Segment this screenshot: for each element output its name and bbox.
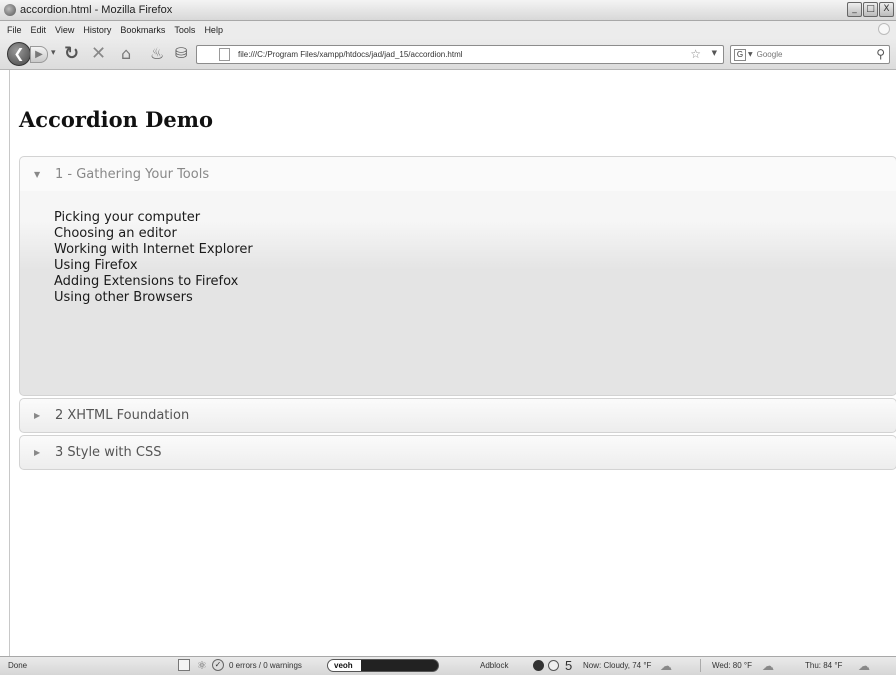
- record-icon[interactable]: [533, 660, 544, 671]
- database-icon[interactable]: ⛁: [175, 44, 188, 62]
- firefox-icon: [4, 4, 16, 16]
- triangle-right-icon: ▶: [34, 411, 41, 420]
- list-item: Using other Browsers: [54, 290, 193, 305]
- search-bar: G ▼ ⚲: [730, 45, 890, 64]
- window-icon[interactable]: [178, 659, 190, 671]
- rain-cloud-icon: ☁: [858, 659, 870, 673]
- weather-thu[interactable]: Thu: 84 °F: [805, 661, 842, 670]
- home-icon[interactable]: ⌂: [121, 44, 131, 63]
- navigation-toolbar: ❮ ▶ ▾ ↻ ✕ ⌂ ♨ ⛁ file:///C:/Program Files…: [0, 38, 896, 70]
- list-item: Choosing an editor: [54, 226, 177, 241]
- weather-now[interactable]: Now: Cloudy, 74 °F: [583, 661, 651, 670]
- menu-file[interactable]: File: [7, 25, 22, 35]
- weather-wed[interactable]: Wed: 80 °F: [712, 661, 752, 670]
- window-title: accordion.html - Mozilla Firefox: [20, 4, 173, 16]
- menu-view[interactable]: View: [55, 25, 74, 35]
- accordion-header-1[interactable]: ▼ 1 - Gathering Your Tools: [19, 156, 896, 191]
- accordion-header-label: 1 - Gathering Your Tools: [55, 166, 210, 182]
- list-item: Working with Internet Explorer: [54, 242, 253, 257]
- reload-icon[interactable]: ↻: [64, 43, 79, 64]
- magnifier-icon[interactable]: ⚲: [876, 47, 885, 61]
- window-titlebar: accordion.html - Mozilla Firefox _ □ X: [0, 0, 896, 21]
- triangle-right-icon: ▶: [34, 448, 41, 457]
- accordion-panel-1: Picking your computer Choosing an editor…: [19, 191, 896, 396]
- page-icon: [219, 48, 230, 61]
- menu-tools[interactable]: Tools: [174, 25, 195, 35]
- adblock-label[interactable]: Adblock: [480, 661, 508, 670]
- menu-history[interactable]: History: [83, 25, 111, 35]
- throbber-icon: [878, 23, 890, 35]
- forward-arrow-icon[interactable]: ▶: [30, 46, 48, 63]
- maximize-button[interactable]: □: [863, 2, 878, 17]
- status-bar: Done ⚛ ✓ 0 errors / 0 warnings veoh Adbl…: [0, 656, 896, 675]
- plug-icon[interactable]: ⚛: [197, 659, 207, 672]
- page-viewport: Accordion Demo ▼ 1 - Gathering Your Tool…: [9, 70, 896, 656]
- accordion: ▼ 1 - Gathering Your Tools Picking your …: [19, 156, 896, 470]
- menu-bookmarks[interactable]: Bookmarks: [120, 25, 165, 35]
- close-button[interactable]: X: [879, 2, 894, 17]
- history-dropdown-icon[interactable]: ▾: [51, 48, 56, 58]
- menu-edit[interactable]: Edit: [31, 25, 47, 35]
- triangle-down-icon: ▼: [34, 169, 41, 179]
- minimize-button[interactable]: _: [847, 2, 862, 17]
- menu-help[interactable]: Help: [204, 25, 223, 35]
- url-bar[interactable]: file:///C:/Program Files/xampp/htdocs/ja…: [196, 45, 724, 64]
- cloud-icon: ☁: [660, 659, 672, 673]
- rain-cloud-icon: ☁: [762, 659, 774, 673]
- accordion-header-2[interactable]: ▶ 2 XHTML Foundation: [19, 398, 896, 433]
- star-icon[interactable]: ☆: [690, 47, 701, 61]
- accordion-header-3[interactable]: ▶ 3 Style with CSS: [19, 435, 896, 470]
- error-count[interactable]: 0 errors / 0 warnings: [229, 661, 302, 670]
- accordion-header-label: 3 Style with CSS: [55, 445, 162, 460]
- veoh-widget[interactable]: veoh: [327, 659, 439, 672]
- search-engine-icon[interactable]: G: [734, 48, 746, 61]
- status-divider: [700, 659, 701, 672]
- list-item: Picking your computer: [54, 210, 201, 225]
- counter-badge: 5: [565, 658, 573, 673]
- validator-icon[interactable]: ✓: [212, 659, 224, 671]
- page-title: Accordion Demo: [19, 107, 213, 132]
- window-controls: _ □ X: [847, 2, 894, 17]
- list-item: Adding Extensions to Firefox: [54, 274, 239, 289]
- url-text[interactable]: file:///C:/Program Files/xampp/htdocs/ja…: [238, 50, 463, 59]
- url-dropdown-icon[interactable]: ▼: [712, 49, 717, 57]
- list-item: Using Firefox: [54, 258, 138, 273]
- status-text: Done: [8, 661, 28, 670]
- menu-bar: File Edit View History Bookmarks Tools H…: [0, 21, 896, 38]
- accordion-header-label: 2 XHTML Foundation: [55, 408, 190, 423]
- search-input[interactable]: [756, 47, 867, 62]
- clock-icon[interactable]: [548, 660, 559, 671]
- stop-icon[interactable]: ✕: [91, 43, 106, 64]
- back-arrow-icon[interactable]: ❮: [7, 42, 31, 66]
- engine-dropdown-icon[interactable]: ▼: [748, 51, 753, 58]
- extension-icon[interactable]: ♨: [150, 44, 164, 63]
